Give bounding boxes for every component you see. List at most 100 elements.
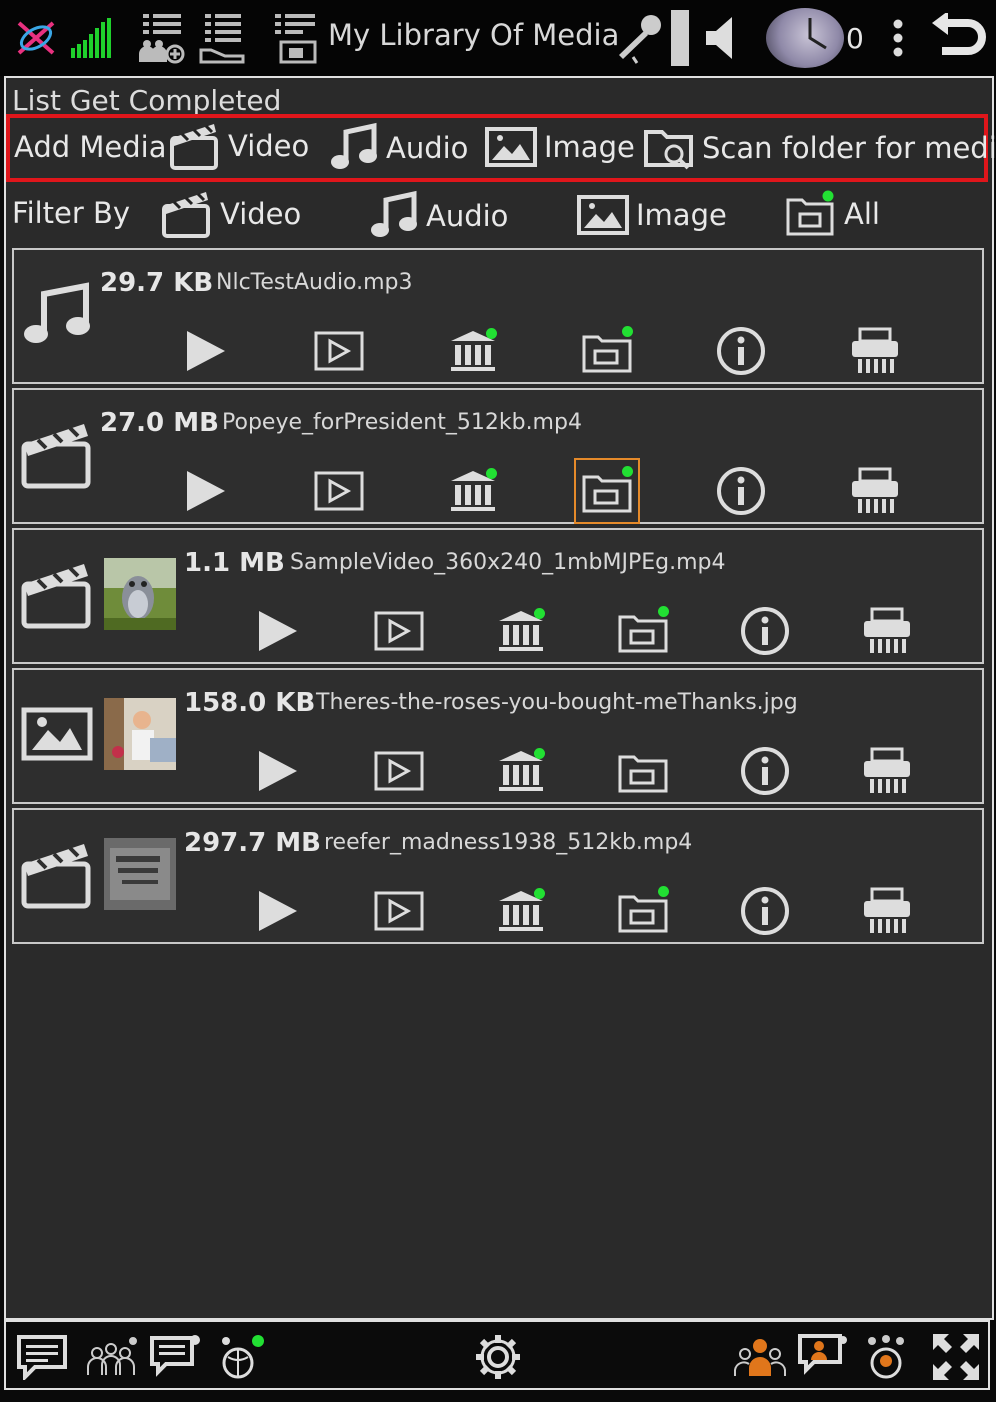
media-size: 1.1 MB: [184, 548, 285, 578]
preview-button[interactable]: [370, 742, 428, 800]
filter-audio-button[interactable]: Audio: [368, 190, 508, 242]
chat-orange-icon[interactable]: [796, 1330, 852, 1384]
folder-button[interactable]: [614, 742, 672, 800]
video-frame-icon: [374, 891, 424, 931]
folder-button[interactable]: [614, 882, 672, 940]
group-list-icon[interactable]: [134, 10, 188, 66]
play-button[interactable]: [176, 322, 234, 380]
play-icon: [259, 611, 297, 651]
info-button[interactable]: [736, 742, 794, 800]
media-library-icon[interactable]: [270, 10, 324, 66]
scan-folder-button[interactable]: Scan folder for media: [642, 122, 996, 174]
media-size: 158.0 KB: [184, 688, 316, 718]
shred-delete-button[interactable]: [858, 602, 916, 660]
info-button[interactable]: [712, 462, 770, 520]
add-image-button[interactable]: Image: [484, 124, 635, 170]
play-button[interactable]: [248, 602, 306, 660]
media-filename: Popeye_forPresident_512kb.mp4: [222, 410, 582, 435]
shredder-icon: [864, 887, 910, 933]
filter-all-label: All: [844, 197, 880, 231]
fullscreen-expand-icon[interactable]: [928, 1330, 984, 1384]
shredder-icon: [852, 327, 898, 373]
folder-button[interactable]: [614, 602, 672, 660]
video-frame-icon: [314, 471, 364, 511]
globe-user-icon[interactable]: [212, 1330, 268, 1384]
settings-gear-icon[interactable]: [470, 1330, 526, 1384]
microphone-icon[interactable]: [610, 10, 666, 66]
clock-avatar-icon[interactable]: [766, 8, 844, 68]
play-icon: [259, 891, 297, 931]
filter-row: Filter By Video Audio Image All: [6, 186, 988, 244]
app-title: My Library Of Media: [328, 18, 620, 52]
info-icon: [741, 747, 789, 795]
media-item[interactable]: 1.1 MB SampleVideo_360x240_1mbMJPEg.mp4: [12, 528, 984, 664]
add-video-button[interactable]: Video: [168, 120, 309, 172]
clapperboard-icon: [20, 838, 94, 914]
online-dot: [486, 328, 497, 339]
online-dot: [534, 748, 545, 759]
volume-slider-handle[interactable]: [668, 10, 692, 66]
image-thumbnail[interactable]: [104, 698, 176, 770]
app-logo-icon[interactable]: [10, 10, 62, 66]
info-button[interactable]: [712, 322, 770, 380]
play-button[interactable]: [248, 882, 306, 940]
shred-delete-button[interactable]: [846, 462, 904, 520]
library-button[interactable]: [492, 882, 550, 940]
media-item[interactable]: 297.7 MB reefer_madness1938_512kb.mp4: [12, 808, 984, 944]
online-dot: [534, 888, 545, 899]
library-button[interactable]: [492, 742, 550, 800]
media-item[interactable]: 29.7 KB NlcTestAudio.mp3: [12, 248, 984, 384]
library-button[interactable]: [444, 322, 502, 380]
video-frame-icon: [314, 331, 364, 371]
video-thumbnail[interactable]: [104, 558, 176, 630]
add-audio-button[interactable]: Audio: [328, 122, 468, 174]
group-chat-icon[interactable]: [148, 1330, 204, 1384]
media-size: 27.0 MB: [100, 408, 219, 438]
back-undo-icon[interactable]: [928, 10, 988, 66]
more-options-icon[interactable]: [884, 10, 912, 66]
online-dot: [658, 886, 669, 897]
hand-list-icon[interactable]: [196, 10, 250, 66]
scan-folder-label: Scan folder for media: [702, 131, 996, 165]
info-button[interactable]: [736, 602, 794, 660]
globe-orange-icon[interactable]: [858, 1330, 914, 1384]
video-thumbnail[interactable]: [104, 838, 176, 910]
play-button[interactable]: [248, 742, 306, 800]
preview-button[interactable]: [310, 462, 368, 520]
music-note-icon: [20, 278, 92, 354]
notification-count: 0: [846, 22, 864, 55]
preview-button[interactable]: [310, 322, 368, 380]
info-button[interactable]: [736, 882, 794, 940]
people-orange-icon[interactable]: [732, 1330, 788, 1384]
add-media-row: Add Media Video Audio Image Scan folder …: [6, 114, 996, 182]
filter-audio-label: Audio: [426, 199, 509, 233]
info-icon: [717, 467, 765, 515]
shred-delete-button[interactable]: [858, 742, 916, 800]
shred-delete-button[interactable]: [846, 322, 904, 380]
info-icon: [717, 327, 765, 375]
top-toolbar: My Library Of Media 0: [0, 0, 996, 76]
shred-delete-button[interactable]: [858, 882, 916, 940]
preview-button[interactable]: [370, 882, 428, 940]
music-note-icon: [371, 190, 417, 237]
music-note-icon: [331, 122, 377, 169]
filter-image-button[interactable]: Image: [576, 192, 727, 238]
library-button[interactable]: [444, 462, 502, 520]
preview-button[interactable]: [370, 602, 428, 660]
filter-video-button[interactable]: Video: [160, 188, 301, 240]
speaker-icon[interactable]: [700, 10, 740, 66]
online-dot: [658, 606, 669, 617]
contacts-icon[interactable]: [84, 1330, 140, 1384]
folder-button[interactable]: [578, 322, 636, 380]
online-dot: [486, 468, 497, 479]
image-icon: [485, 127, 537, 167]
chat-icon[interactable]: [14, 1330, 70, 1384]
media-item[interactable]: 158.0 KB Theres-the-roses-you-bought-meT…: [12, 668, 984, 804]
library-button[interactable]: [492, 602, 550, 660]
media-item[interactable]: 27.0 MB Popeye_forPresident_512kb.mp4: [12, 388, 984, 524]
filter-all-button[interactable]: All: [784, 188, 880, 240]
play-icon: [187, 331, 225, 371]
play-button[interactable]: [176, 462, 234, 520]
folder-button[interactable]: [574, 458, 640, 524]
play-icon: [259, 751, 297, 791]
